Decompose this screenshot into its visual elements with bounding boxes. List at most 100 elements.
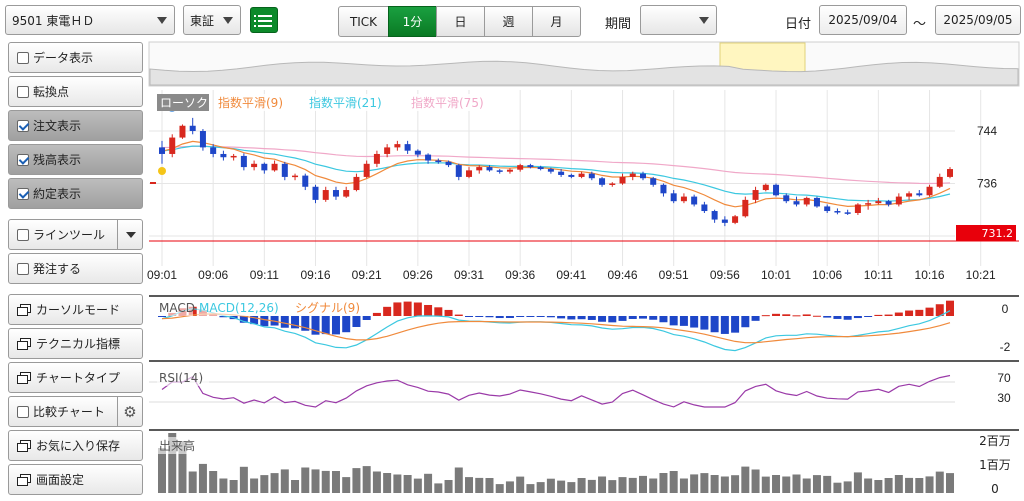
y-tick-label: 736 — [977, 176, 997, 190]
volume-bar — [311, 469, 320, 493]
volume-bar — [270, 473, 279, 493]
volume-bar — [505, 481, 514, 493]
macd-bar — [536, 316, 545, 317]
x-tick-label: 09:21 — [352, 268, 382, 282]
volume-bar — [741, 466, 750, 493]
macd-bar — [802, 314, 811, 316]
candle-body — [701, 204, 708, 212]
legend-label: 指数平滑(21) — [309, 95, 382, 110]
x-tick-label: 10:16 — [915, 268, 945, 282]
macd-bar — [403, 301, 412, 316]
macd-bar — [413, 302, 422, 316]
volume-bar — [250, 478, 259, 493]
candle-body — [435, 160, 442, 163]
macd-bar — [526, 316, 535, 317]
volume-legend: 出来高 — [157, 437, 201, 454]
volume-bar — [393, 474, 402, 493]
legend-label: RSI(14) — [159, 371, 203, 385]
x-tick-label: 09:16 — [300, 268, 330, 282]
volume-panel: 出来高 2百万 1百万 0 — [149, 429, 1019, 496]
execution-marker[interactable] — [158, 167, 166, 175]
legend-label: ローソク — [160, 96, 208, 110]
macd-bar — [342, 316, 351, 333]
candle-body — [189, 125, 196, 131]
candle-body — [261, 163, 268, 171]
volume-bar — [905, 477, 914, 493]
candle-body — [312, 186, 319, 200]
stock-chart[interactable]: ローソク指数平滑(9)指数平滑(21)指数平滑(75) 744736728 09… — [0, 0, 1024, 501]
volume-bar — [638, 475, 647, 493]
candle-body — [486, 167, 493, 171]
candle-body — [547, 169, 554, 172]
macd-bar — [516, 316, 525, 317]
volume-bar — [485, 478, 494, 493]
candle-body — [906, 193, 913, 197]
candle-body — [680, 196, 687, 202]
volume-bar — [782, 476, 791, 493]
volume-y-axis: 2百万 1百万 0 — [979, 434, 1011, 496]
volume-bar — [188, 471, 197, 493]
candle-body — [476, 167, 483, 171]
candle-body — [517, 165, 524, 170]
macd-bar — [915, 309, 924, 316]
volume-bar — [772, 475, 781, 493]
macd-bar — [925, 307, 934, 316]
volume-bar — [577, 478, 586, 493]
volume-bar — [434, 483, 443, 493]
macd-bar — [567, 316, 576, 320]
macd-bar — [638, 316, 647, 319]
candle-body — [322, 190, 329, 200]
volume-bar — [403, 475, 412, 493]
candle-body — [895, 196, 902, 205]
macd-bar — [608, 316, 617, 323]
volume-bar — [833, 482, 842, 493]
candle-body — [527, 165, 534, 168]
candle-body — [578, 173, 585, 177]
rsi-legend: RSI(14) — [157, 370, 209, 386]
volume-bar — [751, 469, 760, 493]
volume-bars — [158, 433, 954, 493]
candle-body — [721, 219, 728, 223]
candle-body — [496, 170, 503, 172]
volume-bar — [444, 480, 453, 493]
volume-bar — [526, 484, 535, 493]
candle-body — [926, 186, 933, 196]
y-tick-label: 30 — [997, 391, 1011, 405]
macd-bar — [444, 309, 453, 316]
macd-bar — [557, 316, 566, 319]
candle-body — [445, 161, 452, 166]
legend-label: MACD — [159, 301, 195, 315]
macd-legend: MACD MACD(12,26) シグナル(9) — [157, 300, 360, 316]
volume-bar — [362, 466, 371, 493]
candle-body — [363, 163, 370, 177]
volume-bar — [649, 478, 658, 493]
candle-body — [271, 163, 278, 171]
candle-body — [660, 184, 667, 194]
volume-bar — [823, 475, 832, 493]
x-tick-label: 10:06 — [812, 268, 842, 282]
macd-bar — [669, 316, 678, 326]
x-tick-label: 09:06 — [198, 268, 228, 282]
candle-body — [619, 176, 626, 184]
macd-bar — [372, 312, 381, 316]
macd-bar — [649, 316, 658, 320]
volume-bar — [853, 472, 862, 493]
volume-bar — [690, 474, 699, 493]
volume-bar — [198, 463, 207, 493]
x-tick-label: 10:01 — [761, 268, 791, 282]
candle-body — [251, 163, 258, 168]
macd-bar — [812, 315, 821, 317]
volume-bar — [935, 471, 944, 493]
x-tick-label: 09:56 — [710, 268, 740, 282]
candle-body — [813, 197, 820, 207]
macd-bar — [393, 302, 402, 316]
volume-bar — [628, 477, 637, 493]
volume-bar — [536, 482, 545, 493]
candle-body — [854, 204, 861, 213]
macd-bar — [659, 316, 668, 323]
macd-bar — [700, 316, 709, 330]
macd-bar — [434, 307, 443, 316]
overview-navigator[interactable] — [148, 41, 1020, 87]
candle-body — [773, 184, 780, 196]
legend-label: 指数平滑(9) — [218, 95, 283, 110]
